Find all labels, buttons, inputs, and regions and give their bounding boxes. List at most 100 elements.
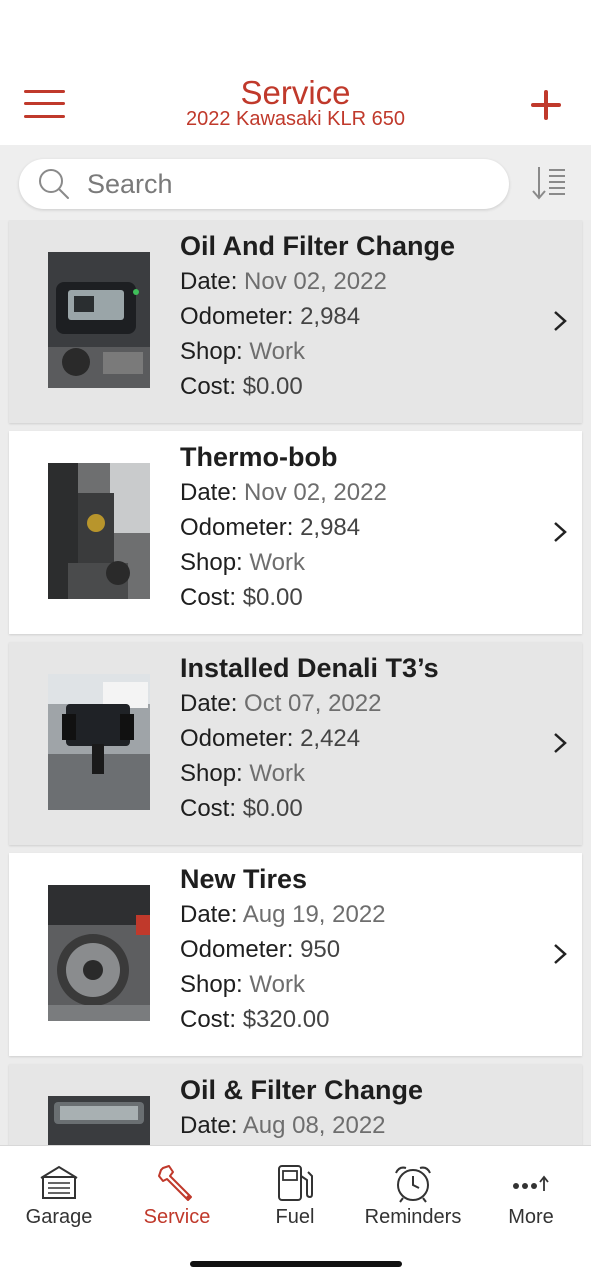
- date-value: Nov 02, 2022: [244, 479, 387, 506]
- odometer-label: Odometer:: [180, 514, 294, 541]
- service-record-row[interactable]: New Tires Date: Aug 19, 2022 Odometer: 9…: [9, 853, 582, 1056]
- odometer-value: 2,984: [300, 514, 361, 541]
- shop-label: Shop:: [180, 760, 243, 787]
- record-date: Date: Aug 19, 2022: [180, 897, 540, 932]
- record-details: Oil & Filter Change Date: Aug 08, 2022: [180, 1072, 540, 1143]
- cost-label: Cost:: [180, 373, 237, 400]
- odometer-value: 950: [300, 936, 341, 963]
- service-record-row[interactable]: Oil And Filter Change Date: Nov 02, 2022…: [9, 220, 582, 423]
- chevron-right-icon: [554, 944, 567, 964]
- search-bar-area: [0, 145, 591, 220]
- cost-value: $0.00: [242, 584, 303, 611]
- home-indicator: [190, 1261, 402, 1267]
- record-odometer: Odometer: 2,984: [180, 510, 540, 545]
- service-photo: [48, 885, 150, 1021]
- date-value: Nov 02, 2022: [244, 268, 387, 295]
- cost-value: $0.00: [242, 795, 303, 822]
- date-label: Date:: [180, 479, 238, 506]
- shop-label: Shop:: [180, 549, 243, 576]
- record-cost: Cost: $0.00: [180, 580, 540, 615]
- date-value: Aug 08, 2022: [242, 1112, 386, 1139]
- cost-value: $0.00: [242, 373, 303, 400]
- header: Service 2022 Kawasaki KLR 650: [0, 0, 591, 145]
- tab-label: Garage: [25, 1206, 93, 1228]
- chevron-right-icon: [554, 311, 567, 331]
- cost-label: Cost:: [180, 795, 237, 822]
- alarm-clock-icon: [395, 1166, 431, 1203]
- tab-garage[interactable]: Garage: [0, 1146, 118, 1236]
- sort-icon[interactable]: [531, 165, 569, 201]
- chevron-right-icon: [554, 522, 567, 542]
- record-cost: Cost: $0.00: [180, 369, 540, 404]
- record-odometer: Odometer: 950: [180, 932, 540, 967]
- record-date: Date: Oct 07, 2022: [180, 686, 540, 721]
- date-value: Aug 19, 2022: [242, 901, 386, 928]
- odometer-value: 2,424: [300, 725, 361, 752]
- record-shop: Shop: Work: [180, 967, 540, 1002]
- record-details: Installed Denali T3’s Date: Oct 07, 2022…: [180, 650, 540, 826]
- record-cost: Cost: $0.00: [180, 791, 540, 826]
- garage-icon: [40, 1165, 78, 1199]
- record-shop: Shop: Work: [180, 545, 540, 580]
- record-title: New Tires: [180, 864, 308, 894]
- vehicle-subtitle: 2022 Kawasaki KLR 650: [185, 108, 406, 130]
- wrench-icon: [158, 1165, 192, 1201]
- record-shop: Shop: Work: [180, 334, 540, 369]
- tab-label: Reminders: [364, 1206, 462, 1228]
- cost-value: $320.00: [242, 1006, 330, 1033]
- search-icon: [39, 169, 69, 199]
- tab-label: Fuel: [275, 1206, 315, 1228]
- service-photo: [48, 252, 150, 388]
- date-label: Date:: [180, 690, 238, 717]
- odometer-label: Odometer:: [180, 303, 294, 330]
- cost-label: Cost:: [180, 1006, 237, 1033]
- service-record-row[interactable]: Installed Denali T3’s Date: Oct 07, 2022…: [9, 642, 582, 845]
- service-photo: [48, 674, 150, 810]
- chevron-right-icon: [554, 733, 567, 753]
- shop-value: Work: [249, 971, 305, 998]
- cost-label: Cost:: [180, 584, 237, 611]
- record-details: Thermo-bob Date: Nov 02, 2022 Odometer: …: [180, 439, 540, 615]
- service-photo: [48, 1096, 150, 1145]
- record-title: Oil & Filter Change: [180, 1075, 424, 1105]
- date-label: Date:: [180, 1112, 238, 1139]
- shop-value: Work: [249, 338, 305, 365]
- fuel-pump-icon: [278, 1165, 313, 1201]
- tab-label: More: [508, 1206, 554, 1228]
- service-record-row[interactable]: Oil & Filter Change Date: Aug 08, 2022: [9, 1064, 582, 1145]
- service-list: Oil And Filter Change Date: Nov 02, 2022…: [0, 220, 591, 1145]
- search-field[interactable]: [19, 159, 509, 209]
- odometer-label: Odometer:: [180, 725, 294, 752]
- record-odometer: Odometer: 2,424: [180, 721, 540, 756]
- record-date: Date: Aug 08, 2022: [180, 1108, 540, 1143]
- more-icon: [513, 1175, 549, 1191]
- record-details: Oil And Filter Change Date: Nov 02, 2022…: [180, 228, 540, 404]
- shop-label: Shop:: [180, 338, 243, 365]
- record-title: Installed Denali T3’s: [180, 653, 439, 683]
- record-date: Date: Nov 02, 2022: [180, 475, 540, 510]
- tab-fuel[interactable]: Fuel: [236, 1146, 354, 1236]
- tab-service[interactable]: Service: [118, 1146, 236, 1236]
- service-record-row[interactable]: Thermo-bob Date: Nov 02, 2022 Odometer: …: [9, 431, 582, 634]
- search-input[interactable]: [87, 159, 487, 209]
- date-label: Date:: [180, 901, 238, 928]
- bottom-tab-bar: Garage Service Fuel Reminders More: [0, 1145, 591, 1279]
- shop-value: Work: [249, 549, 305, 576]
- odometer-label: Odometer:: [180, 936, 294, 963]
- record-cost: Cost: $320.00: [180, 1002, 540, 1037]
- odometer-value: 2,984: [300, 303, 361, 330]
- record-odometer: Odometer: 2,984: [180, 299, 540, 334]
- shop-label: Shop:: [180, 971, 243, 998]
- record-title: Thermo-bob: [180, 442, 338, 472]
- record-date: Date: Nov 02, 2022: [180, 264, 540, 299]
- date-value: Oct 07, 2022: [244, 690, 382, 717]
- add-service-button[interactable]: [529, 88, 563, 122]
- shop-value: Work: [249, 760, 305, 787]
- tab-reminders[interactable]: Reminders: [354, 1146, 472, 1236]
- tab-label: Service: [143, 1206, 211, 1228]
- record-title: Oil And Filter Change: [180, 231, 456, 261]
- date-label: Date:: [180, 268, 238, 295]
- tab-more[interactable]: More: [472, 1146, 590, 1236]
- record-details: New Tires Date: Aug 19, 2022 Odometer: 9…: [180, 861, 540, 1037]
- service-photo: [48, 463, 150, 599]
